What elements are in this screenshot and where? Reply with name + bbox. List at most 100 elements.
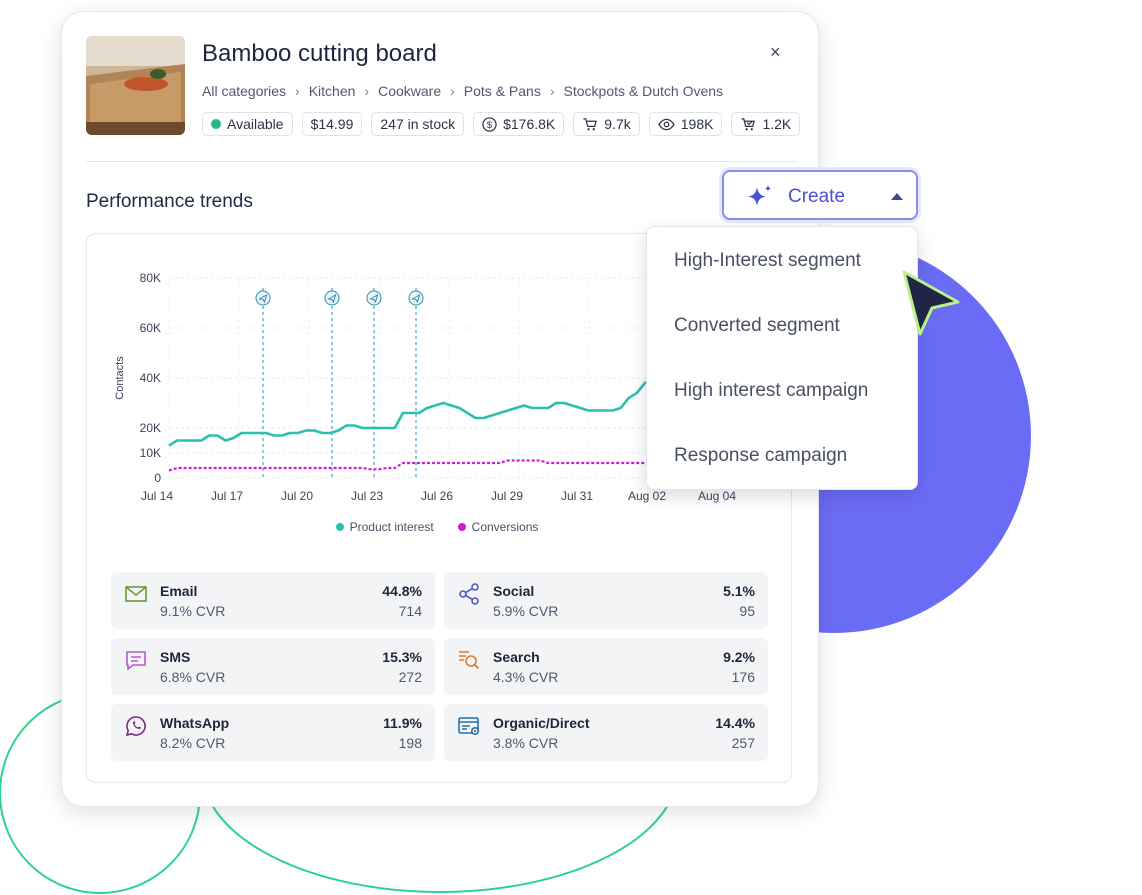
create-button[interactable]: Create xyxy=(722,170,918,220)
legend-label: Product interest xyxy=(349,520,434,534)
channel-tile-social[interactable]: Social 5.9% CVR 5.1% 95 xyxy=(444,572,768,629)
chevron-right-icon: › xyxy=(549,83,555,99)
send-icon xyxy=(366,290,382,306)
x-tick-label: Aug 02 xyxy=(628,489,666,503)
status-dot-icon xyxy=(211,119,221,129)
mouse-cursor-icon xyxy=(902,270,960,336)
channel-cvr: 8.2% CVR xyxy=(160,735,226,751)
create-button-label: Create xyxy=(788,186,846,207)
channel-tile-email[interactable]: Email 9.1% CVR 44.8% 714 xyxy=(111,572,435,629)
channel-cvr: 5.9% CVR xyxy=(493,603,559,619)
purchases-value: 1.2K xyxy=(762,116,792,132)
divider xyxy=(86,161,796,162)
y-axis-label: Contacts xyxy=(114,356,126,400)
chevron-right-icon: › xyxy=(364,83,370,99)
chevron-right-icon: › xyxy=(450,83,455,99)
channel-count: 714 xyxy=(398,603,422,619)
chat-icon xyxy=(126,651,146,671)
product-stats: Available $14.99 247 in stock $ $176.8K … xyxy=(202,112,801,136)
channel-grid: Email 9.1% CVR 44.8% 714 Social 5.9% CVR… xyxy=(111,572,769,761)
x-tick-label: Jul 29 xyxy=(491,489,523,503)
channel-cvr: 4.3% CVR xyxy=(493,669,559,685)
x-tick-label: Jul 26 xyxy=(421,489,453,503)
cart-check-icon xyxy=(741,117,756,130)
cart-icon xyxy=(583,117,598,130)
browser-icon xyxy=(458,717,480,736)
legend-dot-icon xyxy=(457,523,466,531)
channel-count: 95 xyxy=(739,603,755,619)
price-chip: $14.99 xyxy=(301,112,363,136)
dollar-circle-icon: $ xyxy=(482,116,497,132)
eye-icon xyxy=(658,118,675,130)
y-tick-label: 60K xyxy=(140,321,161,335)
channel-percent: 11.9% xyxy=(383,715,422,731)
mail-icon xyxy=(125,586,147,602)
y-tick-label: 10K xyxy=(140,446,161,460)
y-tick-label: 0 xyxy=(154,471,161,485)
legend-item[interactable]: Product interest xyxy=(335,520,434,534)
channel-cvr: 9.1% CVR xyxy=(160,603,226,619)
breadcrumb-item[interactable]: Stockpots & Dutch Ovens xyxy=(564,83,724,99)
y-tick-label: 20K xyxy=(140,421,161,435)
chart-legend: Product interest Conversions xyxy=(87,520,787,534)
channel-count: 198 xyxy=(398,735,422,751)
y-tick-label: 40K xyxy=(140,371,161,385)
cart-chip: 9.7k xyxy=(573,112,640,136)
channel-tile-whatsapp[interactable]: WhatsApp 8.2% CVR 11.9% 198 xyxy=(111,704,435,761)
status-badge: Available xyxy=(202,112,293,136)
channel-name: WhatsApp xyxy=(160,715,230,731)
menu-item-high-interest-campaign[interactable]: High interest campaign xyxy=(674,380,868,402)
chevron-right-icon: › xyxy=(295,83,300,99)
legend-dot-icon xyxy=(335,523,344,531)
views-chip: 198K xyxy=(648,112,723,136)
channel-name: Organic/Direct xyxy=(493,715,590,731)
legend-label: Conversions xyxy=(471,520,539,534)
breadcrumb-item[interactable]: Kitchen xyxy=(309,83,356,99)
channel-cvr: 3.8% CVR xyxy=(493,735,559,751)
purchases-chip: 1.2K xyxy=(731,112,801,136)
channel-name: SMS xyxy=(160,649,191,665)
send-icon xyxy=(408,290,424,306)
x-tick-label: Jul 17 xyxy=(211,489,243,503)
channel-percent: 5.1% xyxy=(723,583,755,599)
channel-count: 257 xyxy=(731,735,755,751)
x-tick-label: Aug 04 xyxy=(698,489,736,503)
menu-item-response-campaign[interactable]: Response campaign xyxy=(674,445,847,467)
channel-tile-organic-direct[interactable]: Organic/Direct 3.8% CVR 14.4% 257 xyxy=(444,704,768,761)
product-title: Bamboo cutting board xyxy=(202,40,437,67)
close-icon[interactable]: × xyxy=(770,42,781,63)
channel-cvr: 6.8% CVR xyxy=(160,669,226,685)
menu-item-high-interest-segment[interactable]: High-Interest segment xyxy=(674,250,861,272)
price-value: $14.99 xyxy=(310,116,354,132)
channel-count: 176 xyxy=(731,669,755,685)
create-dropdown-menu: High-Interest segment Converted segment … xyxy=(646,226,918,490)
channel-tile-search[interactable]: Search 4.3% CVR 9.2% 176 xyxy=(444,638,768,695)
product-interest-line xyxy=(168,376,661,447)
caret-up-icon xyxy=(891,193,903,200)
channel-count: 272 xyxy=(398,669,422,685)
channel-percent: 44.8% xyxy=(382,583,422,599)
channel-percent: 15.3% xyxy=(382,649,422,665)
legend-item[interactable]: Conversions xyxy=(457,520,539,534)
send-icon xyxy=(255,290,271,306)
stock-value: 247 in stock xyxy=(380,116,456,132)
breadcrumb-item[interactable]: Pots & Pans xyxy=(464,83,541,99)
channel-tile-sms[interactable]: SMS 6.8% CVR 15.3% 272 xyxy=(111,638,435,695)
conversions-line xyxy=(168,459,661,472)
menu-item-converted-segment[interactable]: Converted segment xyxy=(674,315,840,337)
share-icon xyxy=(459,583,479,605)
breadcrumb-item[interactable]: All categories xyxy=(202,83,286,99)
cart-value: 9.7k xyxy=(604,116,631,132)
section-title: Performance trends xyxy=(86,191,253,212)
channel-name: Social xyxy=(493,583,535,599)
x-tick-label: Jul 23 xyxy=(351,489,383,503)
breadcrumb-item[interactable]: Cookware xyxy=(378,83,441,99)
channel-percent: 14.4% xyxy=(715,715,755,731)
revenue-chip: $ $176.8K xyxy=(473,112,565,136)
search-icon xyxy=(459,651,480,670)
stock-chip: 247 in stock xyxy=(371,112,465,136)
product-thumbnail xyxy=(86,36,185,135)
y-tick-label: 80K xyxy=(140,271,161,285)
channel-percent: 9.2% xyxy=(723,649,755,665)
x-tick-label: Jul 31 xyxy=(561,489,593,503)
